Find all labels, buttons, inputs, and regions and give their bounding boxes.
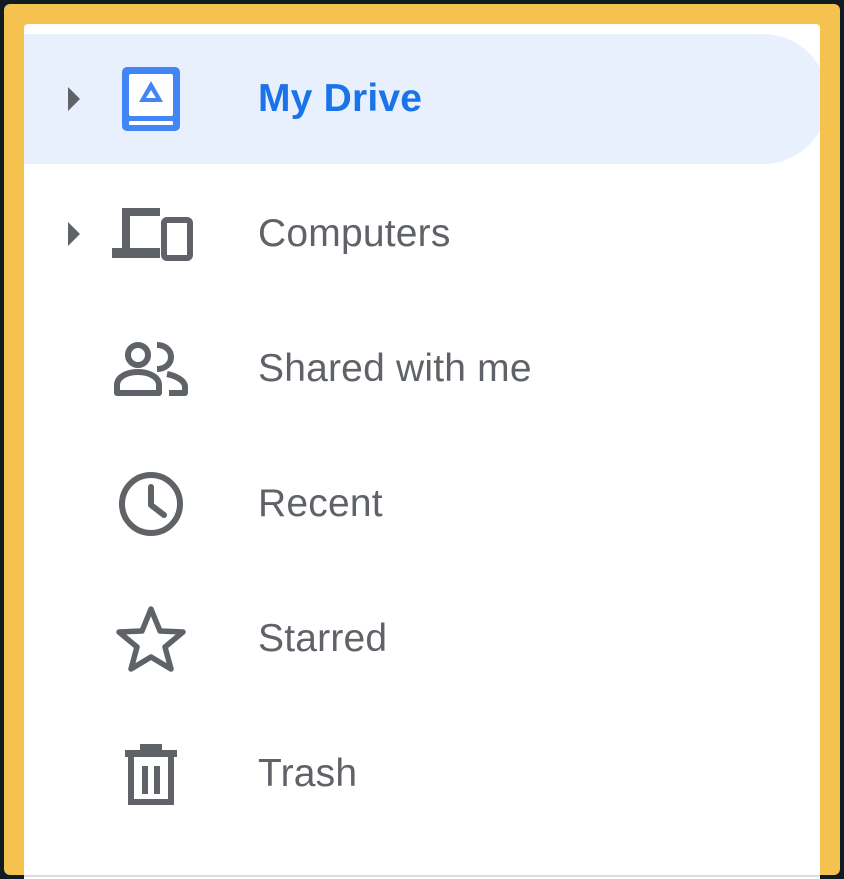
sidebar-item-label: Trash xyxy=(258,752,358,795)
trash-icon xyxy=(108,731,194,817)
sidebar-item-trash[interactable]: Trash xyxy=(24,709,820,839)
sidebar-item-label: Recent xyxy=(258,482,383,525)
sidebar-item-label: My Drive xyxy=(258,77,423,120)
sidebar-item-starred[interactable]: Starred xyxy=(24,574,820,704)
sidebar-item-label: Computers xyxy=(258,212,451,255)
sidebar-item-computers[interactable]: Computers xyxy=(24,169,820,299)
sidebar-item-recent[interactable]: Recent xyxy=(24,439,820,569)
shared-with-me-icon xyxy=(108,326,194,412)
divider xyxy=(24,875,820,877)
expand-arrow-icon[interactable] xyxy=(62,84,86,114)
computers-icon xyxy=(108,191,194,277)
drive-sidebar: My Drive Computers Shared with me Recent… xyxy=(24,24,820,879)
clock-icon xyxy=(108,461,194,547)
sidebar-item-label: Shared with me xyxy=(258,347,532,390)
star-icon xyxy=(108,596,194,682)
expand-arrow-icon[interactable] xyxy=(62,219,86,249)
sidebar-nav: My Drive Computers Shared with me Recent… xyxy=(24,34,820,844)
sidebar-item-my-drive[interactable]: My Drive xyxy=(24,34,820,164)
sidebar-item-label: Starred xyxy=(258,617,388,660)
sidebar-item-shared-with-me[interactable]: Shared with me xyxy=(24,304,820,434)
my-drive-icon xyxy=(108,56,194,142)
